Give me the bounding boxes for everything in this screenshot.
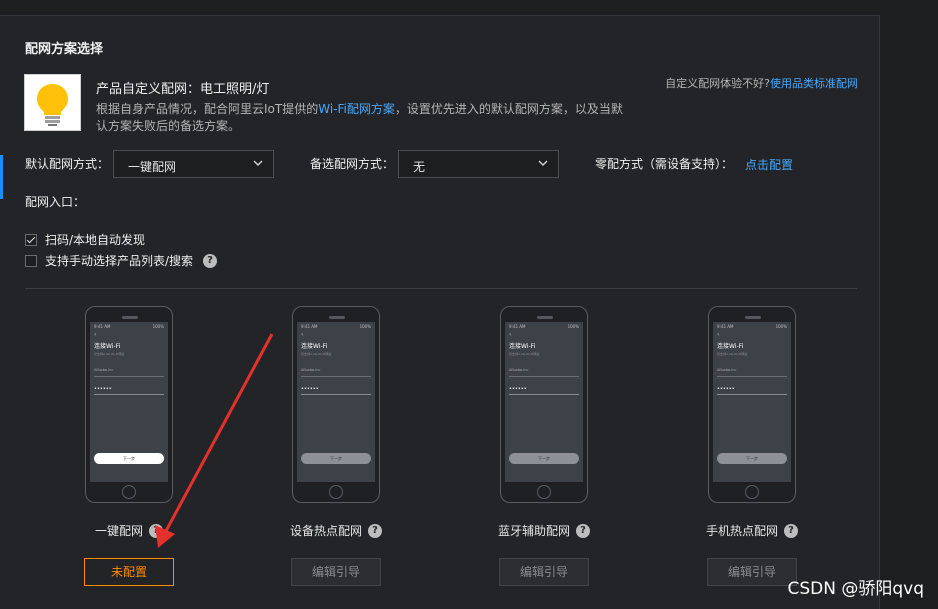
use-standard-config-link[interactable]: 使用品类标准配网 bbox=[770, 77, 858, 90]
wifi-solution-link[interactable]: Wi-Fi配网方案 bbox=[318, 102, 395, 116]
entry-scan-option[interactable]: 扫码/本地自动发现 bbox=[25, 231, 145, 248]
status-bar: 9:41 AM 100% bbox=[301, 324, 371, 329]
ssid-field: Alibaba-inc bbox=[94, 368, 164, 377]
product-image bbox=[24, 74, 81, 131]
edit-guide-button[interactable]: 编辑引导 bbox=[707, 558, 797, 586]
phone-screen: 9:41 AM 100% ‹ 连接Wi-Fi 仅支持2.4G Wi-Fi网络 Al… bbox=[505, 322, 583, 482]
screen-subtitle: 仅支持2.4G Wi-Fi网络 bbox=[509, 352, 540, 356]
password-field: •••••• bbox=[301, 386, 371, 395]
screen-title: 连接Wi-Fi bbox=[94, 343, 121, 350]
status-battery: 100% bbox=[775, 324, 787, 329]
screen-title: 连接Wi-Fi bbox=[717, 343, 744, 350]
screen-title: 连接Wi-Fi bbox=[301, 343, 328, 350]
back-icon: ‹ bbox=[509, 331, 512, 338]
status-battery: 100% bbox=[359, 324, 371, 329]
default-method-label: 默认配网方式： bbox=[25, 157, 110, 171]
entry-manual-option[interactable]: 支持手动选择产品列表/搜索 ? bbox=[25, 252, 218, 269]
status-battery: 100% bbox=[152, 324, 164, 329]
phone-preview: 9:41 AM 100% ‹ 连接Wi-Fi 仅支持2.4G Wi-Fi网络 Al… bbox=[708, 306, 796, 503]
not-configured-button[interactable]: 未配置 bbox=[84, 558, 174, 586]
edit-guide-button[interactable]: 编辑引导 bbox=[499, 558, 589, 586]
phone-speaker bbox=[329, 316, 345, 319]
chevron-down-icon bbox=[253, 160, 263, 167]
phone-preview: 9:41 AM 100% ‹ 连接Wi-Fi 仅支持2.4G Wi-Fi网络 Al… bbox=[85, 306, 173, 503]
phone-screen: 9:41 AM 100% ‹ 连接Wi-Fi 仅支持2.4G Wi-Fi网络 Al… bbox=[713, 322, 791, 482]
home-button-icon bbox=[745, 485, 759, 499]
password-field: •••••• bbox=[509, 386, 579, 395]
status-time: 9:41 AM bbox=[94, 324, 111, 329]
status-time: 9:41 AM bbox=[509, 324, 526, 329]
back-icon: ‹ bbox=[717, 331, 720, 338]
product-description: 根据自身产品情况，配合阿里云IoT提供的Wi-Fi配网方案，设置优先进入的默认配… bbox=[96, 101, 626, 135]
next-button-mock: 下一步 bbox=[94, 453, 164, 464]
help-icon[interactable]: ? bbox=[203, 253, 218, 268]
backup-method-value: 无 bbox=[413, 160, 426, 174]
card-label: 设备热点配网? bbox=[276, 522, 396, 539]
password-field: •••••• bbox=[717, 386, 787, 395]
product-name: 产品自定义配网：电工照明/灯 bbox=[96, 82, 270, 97]
ssid-field: Alibaba-inc bbox=[717, 368, 787, 377]
phone-speaker bbox=[745, 316, 761, 319]
status-battery: 100% bbox=[567, 324, 579, 329]
standard-config-hint: 自定义配网体验不好?使用品类标准配网 bbox=[665, 75, 858, 91]
help-icon[interactable]: ? bbox=[576, 523, 590, 538]
ssid-field: Alibaba-inc bbox=[301, 368, 371, 377]
status-bar: 9:41 AM 100% bbox=[509, 324, 579, 329]
status-time: 9:41 AM bbox=[717, 324, 734, 329]
screen-title: 连接Wi-Fi bbox=[509, 343, 536, 350]
manual-checkbox[interactable] bbox=[25, 254, 37, 267]
home-button-icon bbox=[329, 485, 343, 499]
screen-subtitle: 仅支持2.4G Wi-Fi网络 bbox=[301, 352, 332, 356]
back-icon: ‹ bbox=[94, 331, 97, 338]
active-indicator bbox=[0, 155, 3, 199]
next-button-mock: 下一步 bbox=[509, 453, 579, 464]
phone-speaker bbox=[122, 316, 138, 319]
backup-method-label: 备选配网方式： bbox=[310, 157, 395, 171]
home-button-icon bbox=[122, 485, 136, 499]
default-method-select[interactable]: 一键配网 bbox=[113, 150, 274, 178]
screen-subtitle: 仅支持2.4G Wi-Fi网络 bbox=[717, 352, 748, 356]
password-field: •••••• bbox=[94, 386, 164, 395]
scan-checkbox[interactable] bbox=[25, 233, 37, 246]
phone-preview: 9:41 AM 100% ‹ 连接Wi-Fi 仅支持2.4G Wi-Fi网络 Al… bbox=[500, 306, 588, 503]
zero-config-link[interactable]: 点击配置 bbox=[745, 156, 793, 173]
ssid-field: Alibaba-inc bbox=[509, 368, 579, 377]
zero-config-label: 零配方式（需设备支持）： bbox=[595, 157, 734, 171]
card-label: 手机热点配网? bbox=[692, 522, 812, 539]
chevron-down-icon bbox=[538, 160, 548, 167]
screen-subtitle: 仅支持2.4G Wi-Fi网络 bbox=[94, 352, 125, 356]
lightbulb-icon bbox=[37, 84, 68, 126]
entry-label: 配网入口： bbox=[25, 195, 86, 209]
manual-option-label: 支持手动选择产品列表/搜索 bbox=[45, 254, 194, 268]
desc-text-prefix: 根据自身产品情况，配合阿里云IoT提供的 bbox=[96, 102, 319, 116]
edit-guide-button[interactable]: 编辑引导 bbox=[291, 558, 381, 586]
section-title: 配网方案选择 bbox=[25, 42, 104, 57]
home-button-icon bbox=[537, 485, 551, 499]
card-title: 蓝牙辅助配网 bbox=[497, 524, 570, 538]
card-title: 一键配网 bbox=[94, 524, 143, 538]
card-title: 设备热点配网 bbox=[289, 524, 362, 538]
phone-screen: 9:41 AM 100% ‹ 连接Wi-Fi 仅支持2.4G Wi-Fi网络 Al… bbox=[90, 322, 168, 482]
scan-option-label: 扫码/本地自动发现 bbox=[45, 233, 146, 247]
default-method-value: 一键配网 bbox=[128, 160, 177, 174]
status-time: 9:41 AM bbox=[301, 324, 318, 329]
next-button-mock: 下一步 bbox=[301, 453, 371, 464]
phone-screen: 9:41 AM 100% ‹ 连接Wi-Fi 仅支持2.4G Wi-Fi网络 Al… bbox=[297, 322, 375, 482]
status-bar: 9:41 AM 100% bbox=[717, 324, 787, 329]
hint-text: 自定义配网体验不好? bbox=[665, 77, 770, 90]
help-icon[interactable]: ? bbox=[149, 523, 163, 538]
phone-preview: 9:41 AM 100% ‹ 连接Wi-Fi 仅支持2.4G Wi-Fi网络 Al… bbox=[292, 306, 380, 503]
phone-speaker bbox=[537, 316, 553, 319]
help-icon[interactable]: ? bbox=[368, 523, 382, 538]
help-icon[interactable]: ? bbox=[784, 523, 798, 538]
status-bar: 9:41 AM 100% bbox=[94, 324, 164, 329]
backup-method-select[interactable]: 无 bbox=[398, 150, 559, 178]
watermark: CSDN @骄阳qvq bbox=[787, 579, 924, 599]
back-icon: ‹ bbox=[301, 331, 304, 338]
next-button-mock: 下一步 bbox=[717, 453, 787, 464]
card-title: 手机热点配网 bbox=[705, 524, 778, 538]
card-label: 一键配网? bbox=[69, 522, 189, 539]
card-label: 蓝牙辅助配网? bbox=[484, 522, 604, 539]
divider bbox=[25, 288, 857, 289]
